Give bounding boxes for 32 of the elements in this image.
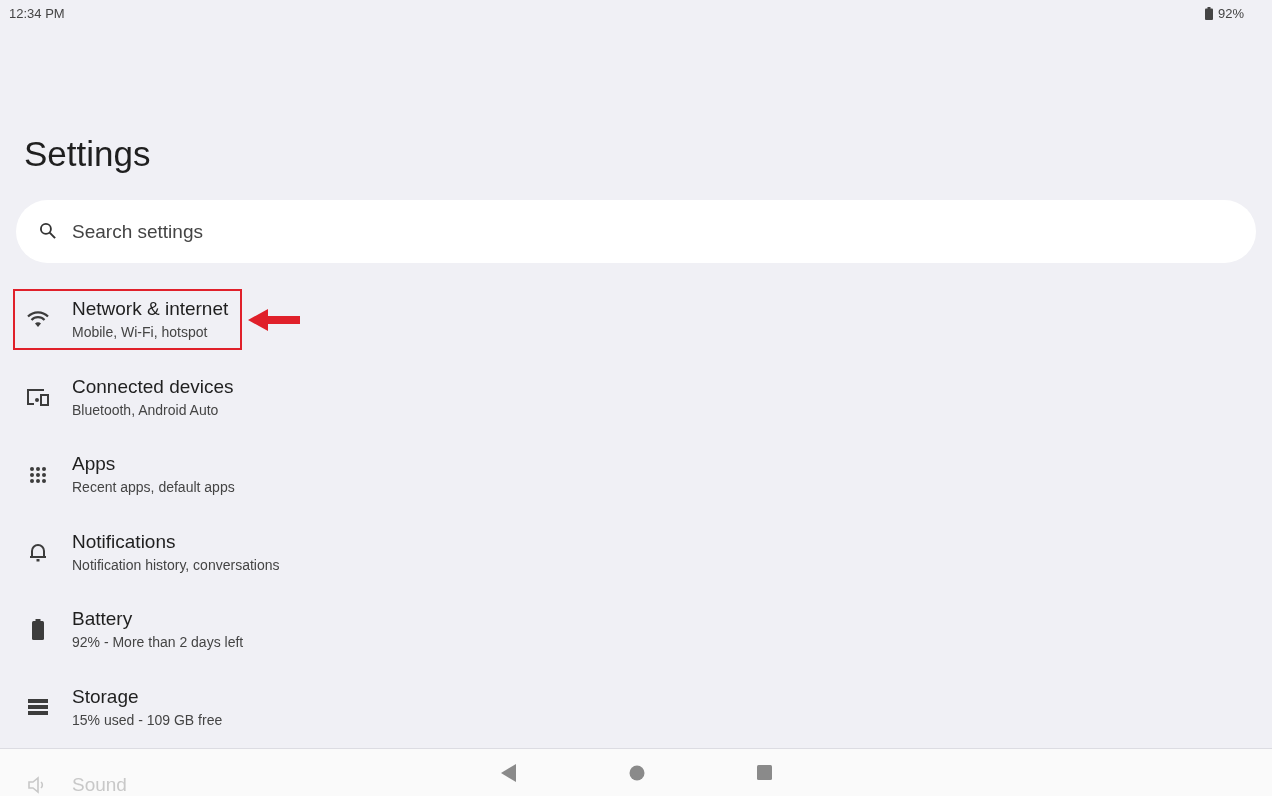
devices-icon xyxy=(26,388,50,407)
pointer-arrow-icon xyxy=(248,308,301,331)
storage-icon xyxy=(28,699,48,716)
bell-icon xyxy=(29,542,47,563)
page-title: Settings xyxy=(24,134,152,174)
settings-item[interactable]: Notifications Notification history, conversations xyxy=(13,521,294,583)
item-title: Storage xyxy=(72,685,140,708)
item-title: Apps xyxy=(72,453,117,476)
item-subtitle: Bluetooth, Android Auto xyxy=(72,400,220,419)
item-subtitle: Notification history, conversations xyxy=(72,555,280,574)
battery-icon xyxy=(32,619,44,641)
item-subtitle: 15% used - 109 GB free xyxy=(72,710,223,729)
apps-grid-icon xyxy=(29,465,47,484)
settings-item[interactable]: Connected devices Bluetooth, Android Auto xyxy=(13,366,248,428)
item-subtitle: Mobile, Wi-Fi, hotspot xyxy=(72,323,209,342)
settings-item[interactable]: Battery 92% - More than 2 days left xyxy=(13,599,258,661)
settings-item[interactable]: Apps Recent apps, default apps xyxy=(13,444,249,506)
wifi-icon xyxy=(27,311,49,329)
item-title: Connected devices xyxy=(72,375,234,398)
item-subtitle: 92% - More than 2 days left xyxy=(72,633,244,652)
battery-percentage: 92% xyxy=(1217,5,1244,21)
settings-item[interactable]: Storage 15% used - 109 GB free xyxy=(13,676,237,738)
item-title: Notifications xyxy=(72,530,177,553)
back-icon[interactable] xyxy=(500,763,517,782)
settings-item[interactable]: Network & internet Mobile, Wi-Fi, hotspot xyxy=(13,289,243,351)
item-title: Battery xyxy=(72,608,134,631)
battery-icon xyxy=(1204,6,1213,20)
home-icon[interactable] xyxy=(628,764,645,781)
item-title: Network & internet xyxy=(72,298,229,321)
item-subtitle: Recent apps, default apps xyxy=(72,478,235,497)
search-field[interactable]: Search settings xyxy=(16,200,1256,263)
status-time: 12:34 PM xyxy=(9,5,65,21)
